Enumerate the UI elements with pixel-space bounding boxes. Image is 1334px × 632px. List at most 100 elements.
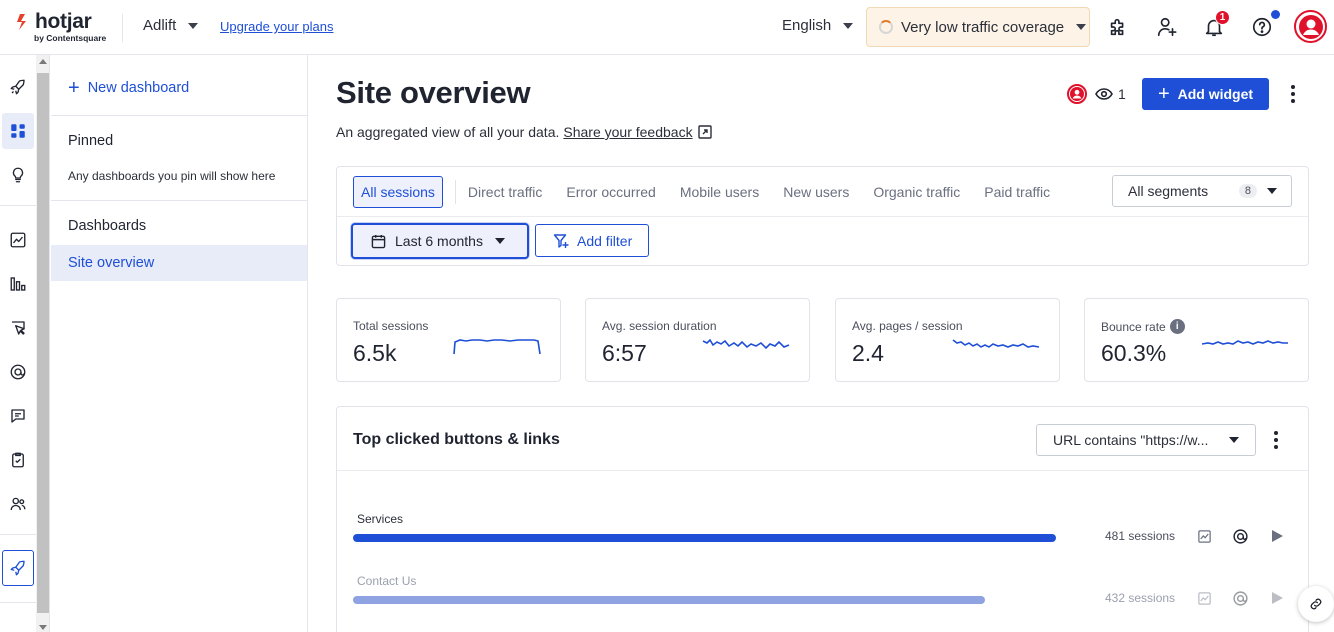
metric-value: 6.5k bbox=[353, 340, 397, 366]
metric-card-avg-pages-per-session[interactable]: Avg. pages / session 2.4 bbox=[835, 298, 1060, 382]
lightbulb-icon bbox=[12, 167, 24, 183]
rail-divider bbox=[0, 534, 36, 535]
sparkline-chart bbox=[952, 339, 1040, 348]
metric-card-bounce-rate[interactable]: Bounce rate i 60.3% bbox=[1084, 298, 1309, 382]
user-icon bbox=[1298, 14, 1323, 39]
user-avatar[interactable] bbox=[1294, 10, 1327, 43]
metric-value: 6:57 bbox=[602, 340, 647, 366]
table-row[interactable]: Contact Us 432 sessions bbox=[353, 574, 1293, 614]
rail-item-interviews[interactable] bbox=[2, 486, 34, 522]
rail-item-trends[interactable] bbox=[2, 222, 34, 258]
sparkline-chart bbox=[1201, 340, 1288, 345]
viewer-avatar bbox=[1067, 84, 1087, 104]
trend-chart-icon bbox=[10, 232, 26, 248]
widget-more-menu[interactable] bbox=[1266, 428, 1286, 452]
metric-value: 60.3% bbox=[1101, 340, 1167, 366]
scrollbar-thumb[interactable] bbox=[37, 73, 49, 613]
all-segments-dropdown[interactable]: All segments 8 bbox=[1112, 175, 1292, 207]
rail-item-recordings[interactable] bbox=[2, 354, 34, 390]
row-play-button[interactable] bbox=[1268, 589, 1286, 607]
site-selector[interactable]: Adlift bbox=[143, 17, 199, 34]
share-feedback-link[interactable]: Share your feedback bbox=[563, 124, 692, 140]
dashboards-heading: Dashboards bbox=[68, 218, 147, 234]
caret-down-icon bbox=[1229, 437, 1239, 443]
tab-direct-traffic[interactable]: Direct traffic bbox=[468, 184, 542, 200]
add-widget-button[interactable]: + Add widget bbox=[1142, 78, 1269, 110]
metric-label: Bounce rate i bbox=[1101, 319, 1185, 334]
copy-link-button[interactable] bbox=[1298, 586, 1334, 622]
tab-error-occurred[interactable]: Error occurred bbox=[566, 184, 655, 200]
kebab-dot-icon bbox=[1291, 92, 1295, 96]
scroll-down-arrow-icon[interactable] bbox=[39, 625, 47, 630]
metric-card-avg-session-duration[interactable]: Avg. session duration 6:57 bbox=[585, 298, 810, 382]
user-icon bbox=[1070, 87, 1084, 101]
row-bar-fill bbox=[353, 534, 1056, 542]
rail-item-getting-started[interactable] bbox=[2, 69, 34, 105]
upgrade-plans-link[interactable]: Upgrade your plans bbox=[220, 19, 333, 34]
add-widget-label: Add widget bbox=[1177, 86, 1254, 102]
integrations-button[interactable] bbox=[1104, 13, 1132, 41]
metric-card-total-sessions[interactable]: Total sessions 6.5k bbox=[336, 298, 561, 382]
help-icon bbox=[1252, 17, 1272, 37]
sidebar-divider bbox=[51, 115, 307, 116]
tab-organic-traffic[interactable]: Organic traffic bbox=[873, 184, 960, 200]
help-button[interactable] bbox=[1248, 10, 1280, 41]
row-recordings-button[interactable] bbox=[1231, 589, 1249, 607]
segment-tabs: All sessions Direct traffic Error occurr… bbox=[353, 176, 1074, 208]
tab-all-sessions[interactable]: All sessions bbox=[353, 176, 443, 208]
url-filter-dropdown[interactable]: URL contains "https://w... bbox=[1036, 424, 1256, 456]
dashboard-more-menu[interactable] bbox=[1283, 82, 1303, 106]
row-trend-button[interactable] bbox=[1195, 527, 1213, 545]
rail-item-feedback[interactable] bbox=[2, 398, 34, 434]
new-dashboard-button[interactable]: + New dashboard bbox=[68, 77, 189, 99]
metric-label: Total sessions bbox=[353, 319, 428, 333]
tab-new-users[interactable]: New users bbox=[783, 184, 849, 200]
kebab-dot-icon bbox=[1274, 445, 1278, 449]
kebab-dot-icon bbox=[1291, 85, 1295, 89]
row-trend-button[interactable] bbox=[1195, 589, 1213, 607]
table-row[interactable]: Services 481 sessions bbox=[353, 512, 1293, 552]
topbar-divider bbox=[122, 14, 123, 42]
rail-item-funnels[interactable] bbox=[2, 266, 34, 302]
date-range-dropdown[interactable]: Last 6 months bbox=[351, 223, 529, 259]
filter-plus-icon bbox=[553, 233, 569, 249]
row-sessions: 481 sessions bbox=[1105, 529, 1176, 543]
rail-item-onboarding[interactable] bbox=[2, 550, 34, 586]
notifications-button[interactable]: 1 bbox=[1200, 10, 1230, 41]
traffic-coverage-dropdown[interactable]: Very low traffic coverage bbox=[866, 7, 1090, 47]
hotjar-logo[interactable]: hotjar by Contentsquare bbox=[16, 10, 112, 46]
kebab-dot-icon bbox=[1291, 99, 1295, 103]
tab-paid-traffic[interactable]: Paid traffic bbox=[984, 184, 1050, 200]
widget-divider bbox=[337, 470, 1308, 471]
language-selector[interactable]: English bbox=[782, 17, 854, 34]
site-name: Adlift bbox=[143, 17, 177, 34]
rail-item-heatmaps[interactable] bbox=[2, 310, 34, 346]
recording-icon bbox=[10, 364, 26, 380]
sidebar-divider bbox=[51, 200, 307, 201]
rail-divider bbox=[0, 205, 36, 206]
sparkline-chart bbox=[453, 339, 541, 355]
row-label: Contact Us bbox=[357, 574, 417, 588]
row-bar-fill bbox=[353, 596, 985, 604]
plus-icon: + bbox=[68, 77, 80, 99]
add-filter-button[interactable]: Add filter bbox=[535, 224, 649, 257]
rail-scrollbar[interactable] bbox=[36, 55, 50, 632]
row-bar-track bbox=[353, 534, 1056, 542]
product-rail bbox=[0, 55, 36, 632]
dashboard-icon bbox=[11, 124, 25, 138]
info-icon[interactable]: i bbox=[1169, 319, 1185, 334]
rail-item-ideas[interactable] bbox=[2, 157, 34, 193]
row-play-button[interactable] bbox=[1268, 527, 1286, 545]
row-recordings-button[interactable] bbox=[1231, 527, 1249, 545]
invite-user-button[interactable] bbox=[1153, 13, 1181, 41]
rail-item-surveys[interactable] bbox=[2, 442, 34, 478]
sidebar-item-site-overview[interactable]: Site overview bbox=[51, 245, 307, 281]
metric-value: 2.4 bbox=[852, 340, 884, 366]
subtitle-text: An aggregated view of all your data. bbox=[336, 124, 560, 140]
rail-item-dashboards[interactable] bbox=[2, 113, 34, 149]
scroll-up-arrow-icon[interactable] bbox=[39, 59, 47, 64]
main-content: Site overview An aggregated view of all … bbox=[309, 55, 1334, 632]
tab-mobile-users[interactable]: Mobile users bbox=[680, 184, 759, 200]
link-icon bbox=[1310, 598, 1322, 610]
dashboard-viewers[interactable]: 1 bbox=[1067, 84, 1126, 104]
